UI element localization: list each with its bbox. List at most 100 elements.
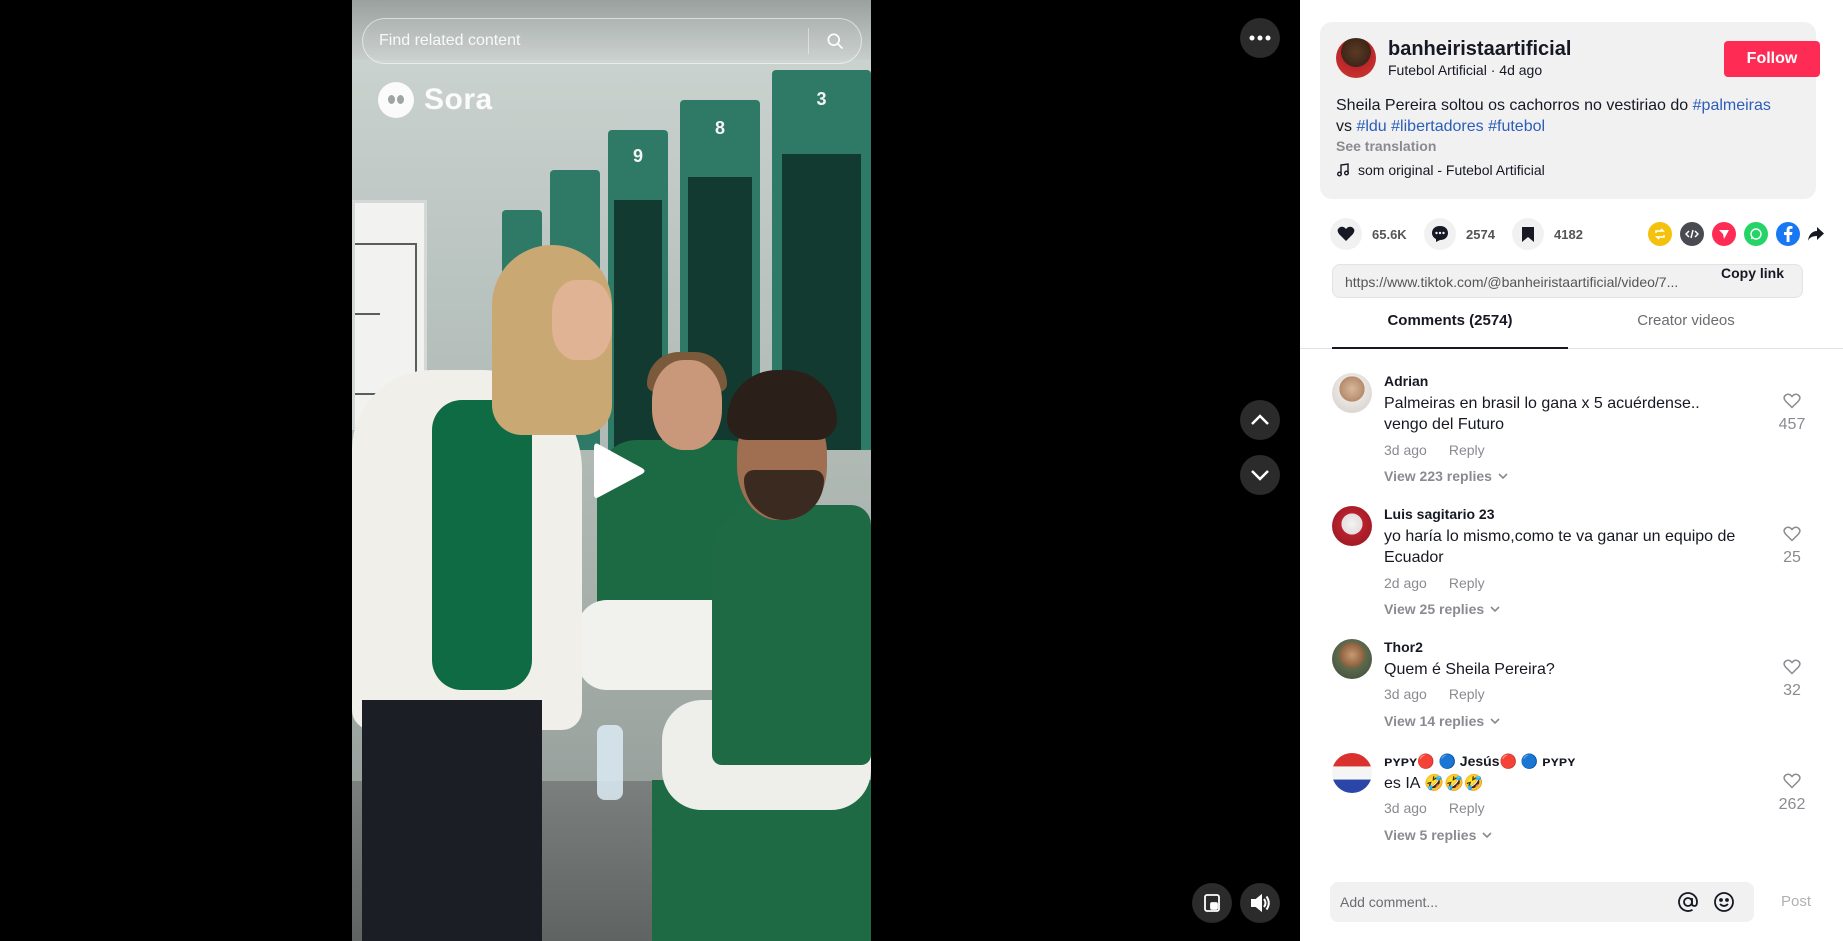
search-icon bbox=[827, 33, 844, 50]
commenter-avatar[interactable] bbox=[1332, 373, 1372, 413]
heart-outline-icon bbox=[1783, 773, 1801, 789]
comment-text: Quem é Sheila Pereira? bbox=[1384, 661, 1555, 678]
embed-icon bbox=[1685, 229, 1699, 239]
comment-button[interactable]: 2574 bbox=[1424, 218, 1495, 250]
previous-video-button[interactable] bbox=[1240, 400, 1280, 440]
commenter-name[interactable]: Luis sagitario 23 bbox=[1384, 506, 1494, 522]
commenter-name[interactable]: Adrian bbox=[1384, 373, 1428, 389]
comment-age: 2d ago bbox=[1384, 575, 1427, 591]
send-to-friends-button[interactable] bbox=[1712, 222, 1736, 246]
commenter-name[interactable]: Thor2 bbox=[1384, 639, 1423, 655]
player-right bbox=[712, 505, 871, 765]
locker-number: 3 bbox=[816, 89, 827, 109]
video-stage: 9 8 3 Sora bbox=[0, 0, 1300, 941]
emoji-icon[interactable] bbox=[1712, 890, 1736, 914]
comment-like-count: 25 bbox=[1783, 549, 1801, 566]
app-root: 9 8 3 Sora Find related content banheiri… bbox=[0, 0, 1843, 941]
comment-like-count: 32 bbox=[1783, 682, 1801, 699]
action-bar: 65.6K 2574 4182 bbox=[1330, 218, 1824, 250]
post-caption: Sheila Pereira soltou os cachorros no ve… bbox=[1336, 97, 1771, 135]
tab-creator-videos[interactable]: Creator videos bbox=[1568, 312, 1804, 349]
chevron-down-icon bbox=[1482, 832, 1492, 838]
facebook-icon bbox=[1784, 226, 1793, 242]
music-note-icon bbox=[1337, 163, 1349, 177]
embed-button[interactable] bbox=[1680, 222, 1704, 246]
comment-input[interactable] bbox=[1340, 882, 1660, 922]
tab-comments[interactable]: Comments (2574) bbox=[1332, 312, 1568, 349]
sora-logo-icon bbox=[378, 82, 414, 118]
follow-button[interactable]: Follow bbox=[1724, 41, 1820, 77]
like-count: 65.6K bbox=[1372, 226, 1407, 242]
commenter-avatar[interactable] bbox=[1332, 753, 1372, 793]
see-translation-link[interactable]: See translation bbox=[1336, 138, 1436, 154]
panel-tabs: Comments (2574) Creator videos bbox=[1300, 312, 1843, 349]
comment-item: Thor2 Quem é Sheila Pereira? 3d ago Reply… bbox=[1332, 631, 1812, 745]
comment-like-count: 457 bbox=[1778, 416, 1806, 433]
volume-icon bbox=[1251, 893, 1270, 913]
comment-age: 3d ago bbox=[1384, 686, 1427, 702]
comment-like-button[interactable]: 25 bbox=[1772, 526, 1812, 567]
music-link[interactable]: som original - Futebol Artificial bbox=[1336, 162, 1545, 178]
save-button[interactable]: 4182 bbox=[1512, 218, 1583, 250]
repost-icon bbox=[1655, 228, 1665, 240]
author-avatar[interactable] bbox=[1336, 38, 1376, 78]
comment-count: 2574 bbox=[1466, 226, 1495, 242]
comment-item: Luis sagitario 23 yo haría lo mismo,como… bbox=[1332, 498, 1812, 631]
more-share-button[interactable] bbox=[1804, 222, 1828, 246]
save-count: 4182 bbox=[1554, 226, 1583, 242]
view-replies-button[interactable]: View 25 replies bbox=[1384, 601, 1500, 617]
comment-like-button[interactable]: 32 bbox=[1772, 659, 1812, 700]
reply-button[interactable]: Reply bbox=[1449, 442, 1485, 458]
commenter-avatar[interactable] bbox=[1332, 506, 1372, 546]
side-panel: banheiristaartificial Futebol Artificial… bbox=[1300, 0, 1843, 941]
heart-outline-icon bbox=[1783, 526, 1801, 542]
commenter-avatar[interactable] bbox=[1332, 639, 1372, 679]
comment-age: 3d ago bbox=[1384, 442, 1427, 458]
reply-button[interactable]: Reply bbox=[1449, 800, 1485, 816]
video-link-url[interactable]: https://www.tiktok.com/@banheiristaartif… bbox=[1345, 274, 1685, 290]
comment-item: ᴘʏᴘʏ🔴 🔵 Jesús🔴 🔵 ᴘʏᴘʏ es IA 🤣🤣🤣 3d ago Re… bbox=[1332, 745, 1812, 859]
copy-link-button[interactable]: Copy link bbox=[1711, 265, 1794, 297]
post-comment-button[interactable]: Post bbox=[1781, 893, 1811, 910]
chevron-up-icon bbox=[1251, 414, 1269, 425]
more-options-button[interactable] bbox=[1240, 18, 1280, 58]
repost-button[interactable] bbox=[1648, 222, 1672, 246]
facebook-button[interactable] bbox=[1776, 222, 1800, 246]
view-replies-button[interactable]: View 14 replies bbox=[1384, 713, 1500, 729]
next-video-button[interactable] bbox=[1240, 455, 1280, 495]
chevron-down-icon bbox=[1490, 606, 1500, 612]
music-title: som original - Futebol Artificial bbox=[1358, 162, 1545, 178]
search-input[interactable] bbox=[363, 32, 808, 50]
comment-composer bbox=[1330, 882, 1754, 922]
reply-button[interactable]: Reply bbox=[1449, 686, 1485, 702]
comment-like-button[interactable]: 262 bbox=[1772, 773, 1812, 814]
like-button[interactable]: 65.6K bbox=[1330, 218, 1407, 250]
comment-like-button[interactable]: 457 bbox=[1772, 393, 1812, 434]
volume-button[interactable] bbox=[1240, 883, 1280, 923]
author-username[interactable]: banheiristaartificial bbox=[1388, 38, 1571, 61]
hashtag-futebol[interactable]: #futebol bbox=[1488, 118, 1545, 135]
comment-text: yo haría lo mismo,como te va ganar un eq… bbox=[1384, 528, 1736, 566]
comment-icon bbox=[1432, 226, 1448, 242]
view-replies-button[interactable]: View 223 replies bbox=[1384, 468, 1508, 484]
play-icon[interactable] bbox=[588, 440, 648, 502]
whatsapp-button[interactable] bbox=[1744, 222, 1768, 246]
search-bar bbox=[362, 18, 862, 64]
commenter-name[interactable]: ᴘʏᴘʏ🔴 🔵 Jesús🔴 🔵 ᴘʏᴘʏ bbox=[1384, 753, 1575, 770]
sora-watermark: Sora bbox=[378, 82, 493, 118]
author-name: Futebol Artificial bbox=[1388, 62, 1487, 78]
hashtag-libertadores[interactable]: #libertadores bbox=[1391, 118, 1484, 135]
reply-button[interactable]: Reply bbox=[1449, 575, 1485, 591]
video-link-box: https://www.tiktok.com/@banheiristaartif… bbox=[1332, 264, 1803, 298]
locker-number: 8 bbox=[714, 117, 726, 138]
comment-text: Palmeiras en brasil lo gana x 5 acuérden… bbox=[1384, 395, 1700, 433]
search-button[interactable] bbox=[809, 19, 861, 63]
chevron-down-icon bbox=[1498, 473, 1508, 479]
mention-icon[interactable] bbox=[1676, 890, 1700, 914]
hashtag-palmeiras[interactable]: #palmeiras bbox=[1693, 97, 1771, 114]
floating-player-button[interactable] bbox=[1192, 883, 1232, 923]
description-card: banheiristaartificial Futebol Artificial… bbox=[1320, 22, 1820, 199]
share-arrow-icon bbox=[1808, 227, 1824, 241]
hashtag-ldu[interactable]: #ldu bbox=[1356, 118, 1386, 135]
view-replies-button[interactable]: View 5 replies bbox=[1384, 827, 1492, 843]
